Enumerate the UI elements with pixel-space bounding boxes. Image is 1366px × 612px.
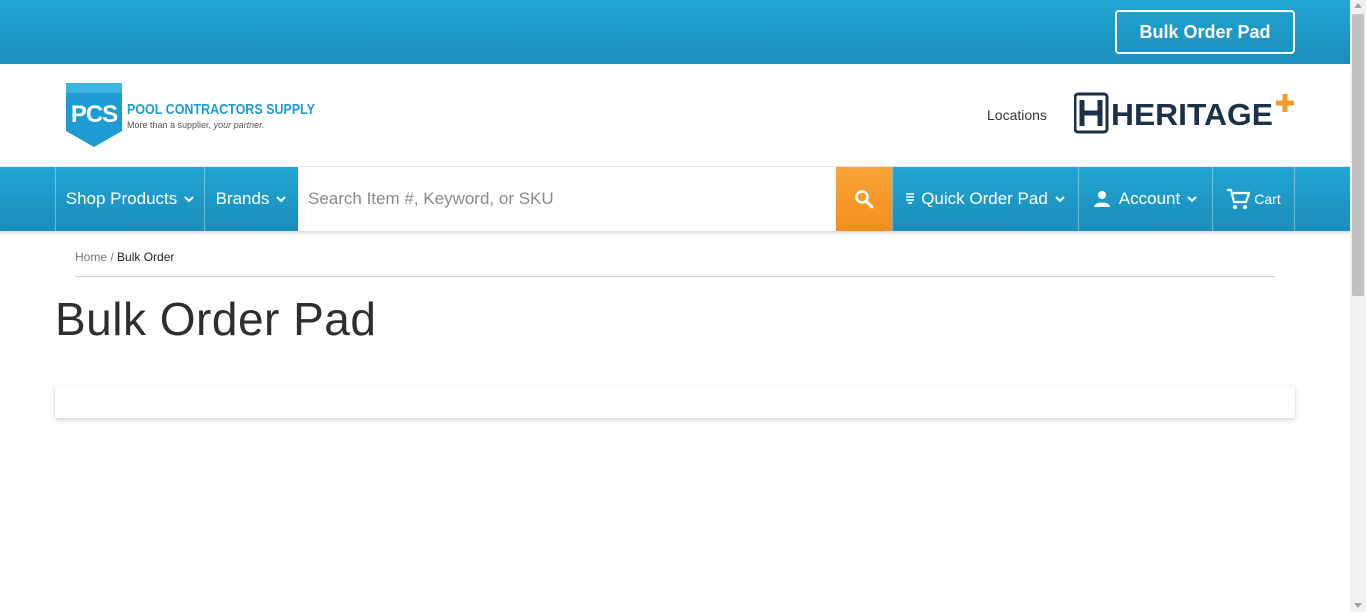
breadcrumb-home[interactable]: Home — [75, 250, 107, 264]
scrollbar-thumb[interactable] — [1352, 14, 1364, 296]
nav-quick-order-pad-label: Quick Order Pad — [921, 189, 1048, 208]
search-button[interactable] — [836, 167, 892, 231]
scroll-up-icon[interactable] — [1354, 3, 1362, 8]
scroll-down-icon[interactable] — [1354, 603, 1362, 608]
nav-shop-products-label: Shop Products — [65, 189, 178, 208]
nav-account[interactable]: Account — [1078, 167, 1212, 231]
logo-brand-name: POOL CONTRACTORS SUPPLY — [127, 101, 315, 118]
locations-link[interactable]: Locations — [987, 107, 1047, 123]
person-icon — [1093, 191, 1110, 207]
breadcrumb: Home / Bulk Order — [75, 250, 174, 264]
chevron-down-icon — [184, 196, 194, 203]
bulk-order-pad-button[interactable]: Bulk Order Pad — [1115, 10, 1295, 54]
nav-shop-products[interactable]: Shop Products — [55, 167, 205, 231]
main-nav: Shop Products Brands Quick Order Pad Acc… — [0, 166, 1350, 231]
breadcrumb-divider — [75, 276, 1275, 277]
breadcrumb-separator: / — [107, 250, 118, 264]
heritage-wordmark: HERITAGE — [1111, 97, 1273, 132]
nav-account-label: Account — [1118, 189, 1181, 208]
breadcrumb-current: Bulk Order — [117, 250, 175, 264]
search-icon — [855, 190, 874, 209]
search-input[interactable] — [298, 167, 836, 231]
bulk-order-card — [55, 386, 1295, 418]
chevron-down-icon — [1055, 196, 1065, 203]
nav-brands-label: Brands — [215, 189, 270, 208]
top-bar: Bulk Order Pad — [0, 0, 1350, 64]
site-header: PCS POOL CONTRACTORS SUPPLY More than a … — [0, 64, 1350, 166]
pcs-logo[interactable]: PCS POOL CONTRACTORS SUPPLY More than a … — [64, 83, 324, 149]
logo-mark-text: PCS — [71, 101, 118, 128]
heritage-logo[interactable]: HERITAGE — [1074, 92, 1298, 138]
chevron-down-icon — [1187, 196, 1197, 203]
nav-quick-order-pad[interactable]: Quick Order Pad — [892, 167, 1078, 231]
nav-cart-label: Cart — [1254, 191, 1281, 207]
cart-icon — [1227, 188, 1251, 209]
list-icon — [906, 193, 915, 204]
logo-tagline: More than a supplier, your partner. — [127, 120, 264, 130]
chevron-down-icon — [276, 196, 287, 203]
nav-cart[interactable]: Cart — [1212, 167, 1295, 231]
page-title: Bulk Order Pad — [55, 293, 377, 345]
nav-brands[interactable]: Brands — [204, 167, 298, 231]
